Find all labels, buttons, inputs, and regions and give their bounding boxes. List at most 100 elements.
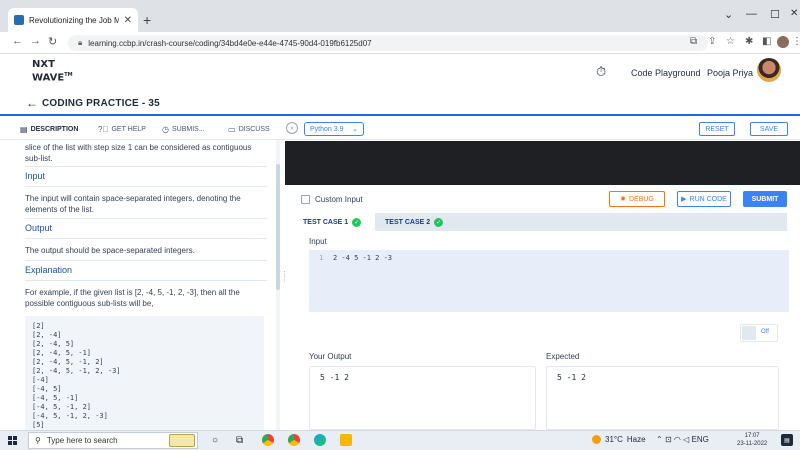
divider [25, 260, 267, 261]
minimize-icon[interactable]: — [746, 8, 757, 20]
custom-input-label: Custom Input [315, 195, 363, 204]
explanation-heading: Explanation [25, 265, 73, 275]
tab-description[interactable]: ▤ DESCRIPTION [20, 125, 78, 134]
problem-tabs: ▤ DESCRIPTION ?⃝ GET HELP ◷ SUBMIS... ▭ … [0, 118, 280, 140]
url-field[interactable]: 🔒︎ learning.ccbp.in/crash-course/coding/… [68, 35, 708, 51]
language-select[interactable]: Python 3.9 ⌄ [304, 122, 364, 136]
tab-search-chevron-icon[interactable]: ⌄ [724, 8, 733, 21]
run-code-button[interactable]: ▶ RUN CODE [677, 191, 731, 207]
clock-icon: ◷ [162, 125, 169, 134]
editor-toolbar: ‹ Python 3.9 ⌄ RESET SAVE [280, 118, 800, 140]
sun-icon [592, 435, 601, 444]
sublist-line: [5] [32, 421, 45, 429]
chrome-icon[interactable] [262, 434, 274, 446]
forward-arrow-icon[interactable]: → [30, 35, 41, 47]
search-icon: ⚲ [35, 436, 41, 445]
new-tab-button[interactable]: + [143, 12, 151, 28]
code-playground-link[interactable]: Code Playground [631, 68, 701, 78]
user-name[interactable]: Pooja Priya [707, 68, 753, 78]
back-arrow-icon[interactable]: ← [12, 35, 23, 47]
tab-submissions[interactable]: ◷ SUBMIS... [162, 125, 205, 134]
menu-icon[interactable]: ⋮ [792, 36, 800, 47]
tab-get-help[interactable]: ?⃝ GET HELP [98, 125, 146, 134]
wifi-icon: ◠ [673, 435, 681, 444]
your-output-box: 5 -1 2 [309, 366, 536, 430]
file-explorer-icon[interactable] [340, 434, 352, 446]
edge-icon[interactable] [314, 434, 326, 446]
weather-widget[interactable]: 31°C Haze [592, 435, 646, 444]
test-input-field[interactable]: 1 2 -4 5 -1 2 -3 [309, 250, 789, 312]
help-icon: ?⃝ [98, 125, 109, 134]
bookmark-star-icon[interactable]: ☆ [726, 36, 735, 47]
problem-description[interactable]: slice of the list with step size 1 can b… [0, 140, 276, 430]
profile-icon[interactable] [777, 36, 789, 48]
input-description: The input will contain space-separated i… [25, 194, 241, 214]
divider [25, 186, 267, 187]
sublist-line: [-4, 5, -1, 2, -3] [32, 412, 108, 420]
your-output-label: Your Output [309, 352, 352, 361]
extensions-icon[interactable]: ✱ [745, 36, 753, 47]
tab-test-case-2[interactable]: TEST CASE 2 ✓ [375, 213, 457, 231]
collapse-panel-button[interactable]: ‹ [286, 122, 298, 134]
explanation-text: For example, if the given list is [2, -4… [25, 288, 240, 308]
debug-button[interactable]: ✹ DEBUG [609, 191, 665, 207]
tab-test-case-1[interactable]: TEST CASE 1 ✓ [293, 213, 375, 231]
sublist-line: [2] [32, 322, 45, 330]
scrollbar-thumb[interactable] [276, 164, 280, 290]
system-tray[interactable]: ⌃ ⊡ ◠ ◁ ENG [656, 435, 709, 444]
code-editor[interactable] [285, 141, 800, 185]
description-icon: ▤ [20, 125, 28, 134]
submit-button[interactable]: SUBMIT [743, 191, 787, 207]
sublist-line: [2, -4, 5, -1] [32, 349, 92, 357]
bug-icon: ✹ [620, 196, 626, 203]
language-label: ENG [691, 435, 709, 444]
sublist-line: [2, -4, 5, -1, 2, -3] [32, 367, 121, 375]
reload-icon[interactable]: ↻ [48, 35, 57, 48]
browser-tab[interactable]: Revolutionizing the Job Market | ✕ [8, 8, 138, 32]
sidebar-icon[interactable]: ◧ [762, 36, 771, 47]
network-icon: ⊡ [664, 435, 672, 444]
save-button[interactable]: SAVE [750, 122, 788, 136]
close-window-icon[interactable]: ✕ [790, 8, 798, 19]
tab-close-icon[interactable]: ✕ [124, 15, 132, 26]
output-heading: Output [25, 223, 53, 233]
send-icon[interactable]: ⇪ [708, 36, 716, 47]
custom-input-checkbox[interactable] [301, 195, 310, 204]
sublist-line: [-4, 5, -1, 2] [32, 403, 92, 411]
back-arrow-icon[interactable]: ← [26, 96, 38, 110]
console-panel: Custom Input ✹ DEBUG ▶ RUN CODE SUBMIT T… [285, 185, 800, 430]
chevron-down-icon: ⌄ [352, 126, 358, 133]
windows-start-icon[interactable] [8, 436, 17, 445]
tab-title: Revolutionizing the Job Market | [29, 15, 119, 25]
stopwatch-icon[interactable]: ⏱︎ [596, 64, 606, 80]
taskbar-clock[interactable]: 17:07 23-11-2022 [737, 432, 767, 448]
reset-button[interactable]: RESET [699, 122, 735, 136]
chrome-profile-icon[interactable] [288, 434, 300, 446]
description-scrollbar[interactable] [276, 140, 280, 430]
sublists-code-block: [2] [2, -4] [2, -4, 5] [2, -4, 5, -1] [2, -4… [25, 316, 264, 430]
test-case-tabs: TEST CASE 1 ✓ TEST CASE 2 ✓ [293, 213, 787, 231]
task-view-icon[interactable]: ⧉ [236, 435, 243, 446]
page-title: CODING PRACTICE - 35 [42, 98, 160, 109]
windows-taskbar: ⚲ Type here to search ○ ⧉ 31°C Haze ⌃ ⊡ … [0, 430, 800, 450]
tab-discuss[interactable]: ▭ DISCUSS [228, 125, 270, 134]
expected-label: Expected [546, 352, 580, 361]
url-text: learning.ccbp.in/crash-course/coding/34b… [88, 38, 372, 48]
chevron-up-icon: ⌃ [656, 435, 663, 444]
diff-toggle[interactable]: Off [740, 324, 778, 342]
share-icon[interactable]: ⧉ [690, 36, 697, 47]
cortana-icon[interactable]: ○ [212, 435, 218, 446]
output-description: The output should be space-separated int… [25, 246, 195, 255]
divider [25, 166, 267, 167]
avatar[interactable] [757, 58, 781, 82]
taskbar-search[interactable]: ⚲ Type here to search [28, 432, 198, 449]
nxtwave-logo[interactable]: NXT WAVETM [32, 60, 73, 83]
notification-icon[interactable]: ▤ [781, 434, 793, 446]
input-value: 2 -4 5 -1 2 -3 [333, 254, 393, 262]
sublist-line: [-4, 5] [32, 385, 62, 393]
play-icon: ▶ [681, 196, 687, 203]
divider [25, 280, 267, 281]
maximize-icon[interactable]: ☐ [770, 8, 780, 21]
volume-icon: ◁ [683, 435, 690, 444]
input-label: Input [309, 237, 327, 246]
